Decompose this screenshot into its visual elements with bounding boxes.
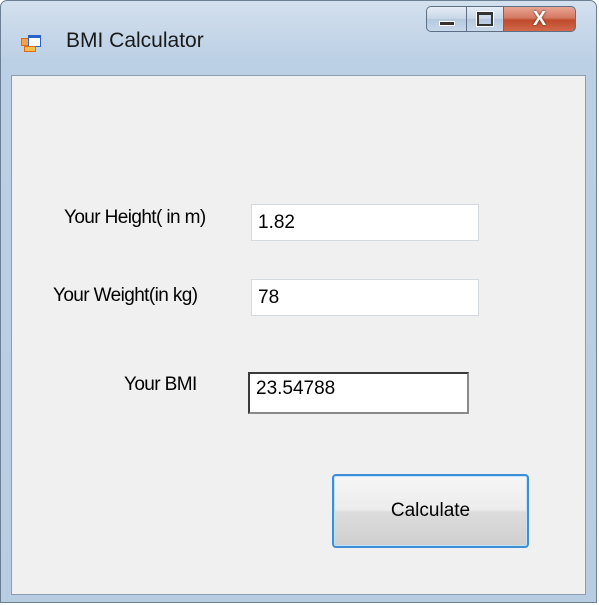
minimize-icon — [438, 20, 455, 26]
window-title: BMI Calculator — [66, 29, 204, 52]
bmi-label: Your BMI — [124, 374, 197, 395]
form-icon — [21, 35, 41, 52]
height-input[interactable]: 1.82 — [251, 204, 479, 241]
bmi-result-field: 23.54788 — [248, 372, 469, 414]
title-bar[interactable]: BMI Calculator X — [1, 1, 596, 75]
height-label: Your Height( in m) — [64, 207, 206, 228]
weight-input[interactable]: 78 — [251, 279, 479, 316]
maximize-button[interactable] — [466, 6, 504, 32]
close-icon: X — [532, 7, 547, 30]
calculate-button[interactable]: Calculate — [332, 474, 529, 548]
bmi-window: BMI Calculator X Your Height( in m) 1.82… — [0, 0, 597, 603]
caption-buttons: X — [426, 6, 576, 32]
minimize-button[interactable] — [426, 6, 466, 32]
maximize-icon — [476, 11, 494, 27]
weight-label: Your Weight(in kg) — [53, 285, 198, 306]
close-button[interactable]: X — [504, 6, 576, 32]
form-client-area: Your Height( in m) 1.82 Your Weight(in k… — [11, 75, 586, 595]
